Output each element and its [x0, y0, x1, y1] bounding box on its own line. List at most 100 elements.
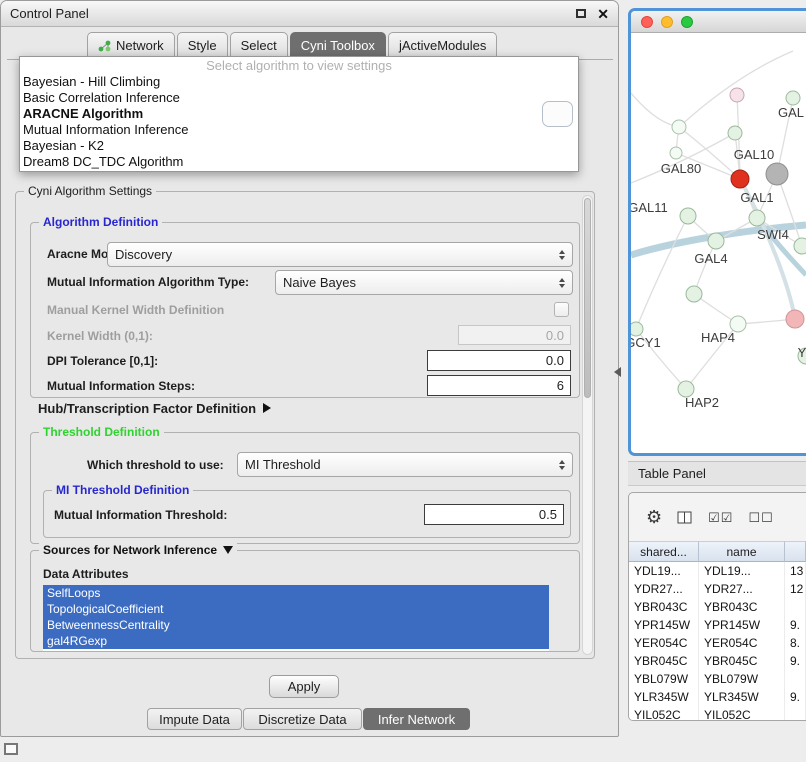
table-row[interactable]: YBL079W YBL079W	[629, 670, 806, 688]
tab-cyni-toolbox[interactable]: Cyni Toolbox	[290, 32, 386, 58]
tab-label: Cyni Toolbox	[301, 38, 375, 53]
dropdown-item[interactable]: Dream8 DC_TDC Algorithm	[20, 154, 578, 170]
columns-icon[interactable]	[677, 511, 693, 524]
network-node[interactable]	[686, 286, 702, 302]
which-threshold-select[interactable]: MI Threshold	[237, 452, 573, 477]
hub-definition-toggle[interactable]: Hub/Transcription Factor Definition	[38, 400, 271, 416]
algorithm-definition-group: Algorithm Definition Aracne Mode: Discov…	[30, 222, 580, 398]
tab-label: Network	[116, 38, 164, 53]
dropdown-item-selected[interactable]: ARACNE Algorithm	[20, 106, 578, 122]
dropdown-item[interactable]: Mutual Information Inference	[20, 122, 578, 138]
table-body: YDL19... YDL19... 13 YDR27... YDR27... 1…	[629, 562, 806, 721]
network-node-gray[interactable]	[766, 163, 788, 185]
settings-scrollbar[interactable]	[582, 195, 593, 655]
close-button[interactable]	[641, 16, 653, 28]
attribute-list: SelfLoops TopologicalCoefficient Between…	[43, 585, 549, 651]
attribute-item[interactable]: TopologicalCoefficient	[43, 601, 549, 617]
table-row[interactable]: YDL19... YDL19... 13	[629, 562, 806, 580]
table-row[interactable]: YPR145W YPR145W 9.	[629, 616, 806, 634]
mi-steps-input[interactable]: 6	[427, 375, 571, 396]
tab-style[interactable]: Style	[177, 32, 228, 58]
group-title: Cyni Algorithm Settings	[24, 184, 156, 198]
attribute-item[interactable]: SelfLoops	[43, 585, 549, 601]
stepper-icon	[559, 250, 565, 260]
stepper-icon	[559, 278, 565, 288]
network-edge	[636, 216, 688, 329]
column-header-partial[interactable]	[785, 541, 806, 562]
apply-button[interactable]: Apply	[269, 675, 339, 698]
tab-label: Style	[188, 38, 217, 53]
mi-type-select[interactable]: Naive Bayes	[275, 270, 573, 295]
network-node-gal4[interactable]	[708, 233, 724, 249]
table-cell: 12	[785, 580, 806, 598]
table-row[interactable]: YBR045C YBR045C 9.	[629, 652, 806, 670]
node-label: GAL	[778, 105, 804, 120]
network-node[interactable]	[672, 120, 686, 134]
table-row[interactable]: YBR043C YBR043C	[629, 598, 806, 616]
minimized-window-icon[interactable]	[4, 743, 18, 755]
network-node-gal[interactable]	[786, 91, 800, 105]
network-node-gal1[interactable]	[749, 210, 765, 226]
table-cell: YBR043C	[699, 598, 785, 616]
network-node-gcy1[interactable]	[631, 322, 643, 336]
float-window-icon[interactable]	[576, 9, 586, 18]
group-title: Algorithm Definition	[39, 215, 162, 229]
table-row[interactable]: YIL052C YIL052C	[629, 706, 806, 721]
network-node-swi4[interactable]	[794, 238, 806, 254]
table-panel-title: Table Panel	[638, 466, 706, 481]
network-window-titlebar	[631, 11, 806, 33]
mi-threshold-input[interactable]: 0.5	[424, 504, 564, 525]
network-node[interactable]	[728, 126, 742, 140]
dpi-tolerance-input[interactable]: 0.0	[427, 350, 571, 371]
desktop: Control Panel ✕ Network Style Select Cyn…	[0, 0, 806, 762]
unchecked-boxes-icon[interactable]: ☐☐	[748, 511, 773, 524]
node-label: GAL80	[661, 161, 701, 176]
tab-infer-network[interactable]: Infer Network	[363, 708, 470, 730]
network-node-gal10[interactable]	[731, 170, 749, 188]
table-cell: YER054C	[699, 634, 785, 652]
scrollbar-thumb[interactable]	[584, 198, 591, 398]
mi-threshold-group: MI Threshold Definition Mutual Informati…	[43, 490, 571, 538]
mi-steps-label: Mutual Information Steps:	[47, 379, 195, 393]
network-node-gal11[interactable]	[680, 208, 696, 224]
table-cell: YPR145W	[699, 616, 785, 634]
tab-jactivemodules[interactable]: jActiveModules	[388, 32, 497, 58]
tab-select[interactable]: Select	[230, 32, 288, 58]
checked-boxes-icon[interactable]: ☑☑	[708, 511, 733, 524]
sources-group: Sources for Network Inference Data Attri…	[30, 550, 580, 652]
network-view-window: GAL GAL80 GAL10 GAL11 GAL1 SWI4 GAL4 GCY…	[628, 8, 806, 456]
node-label: GAL11	[631, 200, 668, 215]
column-header-name[interactable]: name	[699, 541, 785, 562]
node-label: Y	[798, 345, 806, 360]
dropdown-item[interactable]: Basic Correlation Inference	[20, 90, 578, 106]
table-row[interactable]: YDR27... YDR27... 12	[629, 580, 806, 598]
cyni-algorithm-settings-group: Cyni Algorithm Settings Algorithm Defini…	[15, 191, 595, 659]
tab-discretize-data[interactable]: Discretize Data	[243, 708, 362, 730]
table-row[interactable]: YLR345W YLR345W 9.	[629, 688, 806, 706]
tab-network[interactable]: Network	[87, 32, 175, 58]
table-cell	[785, 598, 806, 616]
table-cell: YDL19...	[699, 562, 785, 580]
table-cell: YLR345W	[699, 688, 785, 706]
node-label: HAP2	[685, 395, 719, 410]
zoom-button[interactable]	[681, 16, 693, 28]
panel-collapse-arrow[interactable]	[614, 367, 621, 377]
network-node[interactable]	[730, 88, 744, 102]
column-header-shared-name[interactable]: shared...	[629, 541, 699, 562]
tab-impute-data[interactable]: Impute Data	[147, 708, 242, 730]
network-node-pink[interactable]	[786, 310, 804, 328]
dropdown-item[interactable]: Bayesian - Hill Climbing	[20, 74, 578, 90]
sources-toggle[interactable]: Sources for Network Inference	[39, 543, 237, 557]
minimize-button[interactable]	[661, 16, 673, 28]
aracne-mode-select[interactable]: Discovery	[107, 242, 573, 267]
close-icon[interactable]: ✕	[597, 7, 609, 21]
network-node-gal80[interactable]	[670, 147, 682, 159]
table-cell	[785, 706, 806, 721]
attribute-item[interactable]: gal4RGexp	[43, 633, 549, 649]
attribute-item[interactable]: BetweennessCentrality	[43, 617, 549, 633]
table-row[interactable]: YER054C YER054C 8.	[629, 634, 806, 652]
dropdown-item[interactable]: Bayesian - K2	[20, 138, 578, 154]
kernel-width-input: 0.0	[458, 325, 571, 345]
table-panel-header: Table Panel	[628, 461, 806, 486]
gear-icon[interactable]: ⚙	[646, 508, 662, 526]
